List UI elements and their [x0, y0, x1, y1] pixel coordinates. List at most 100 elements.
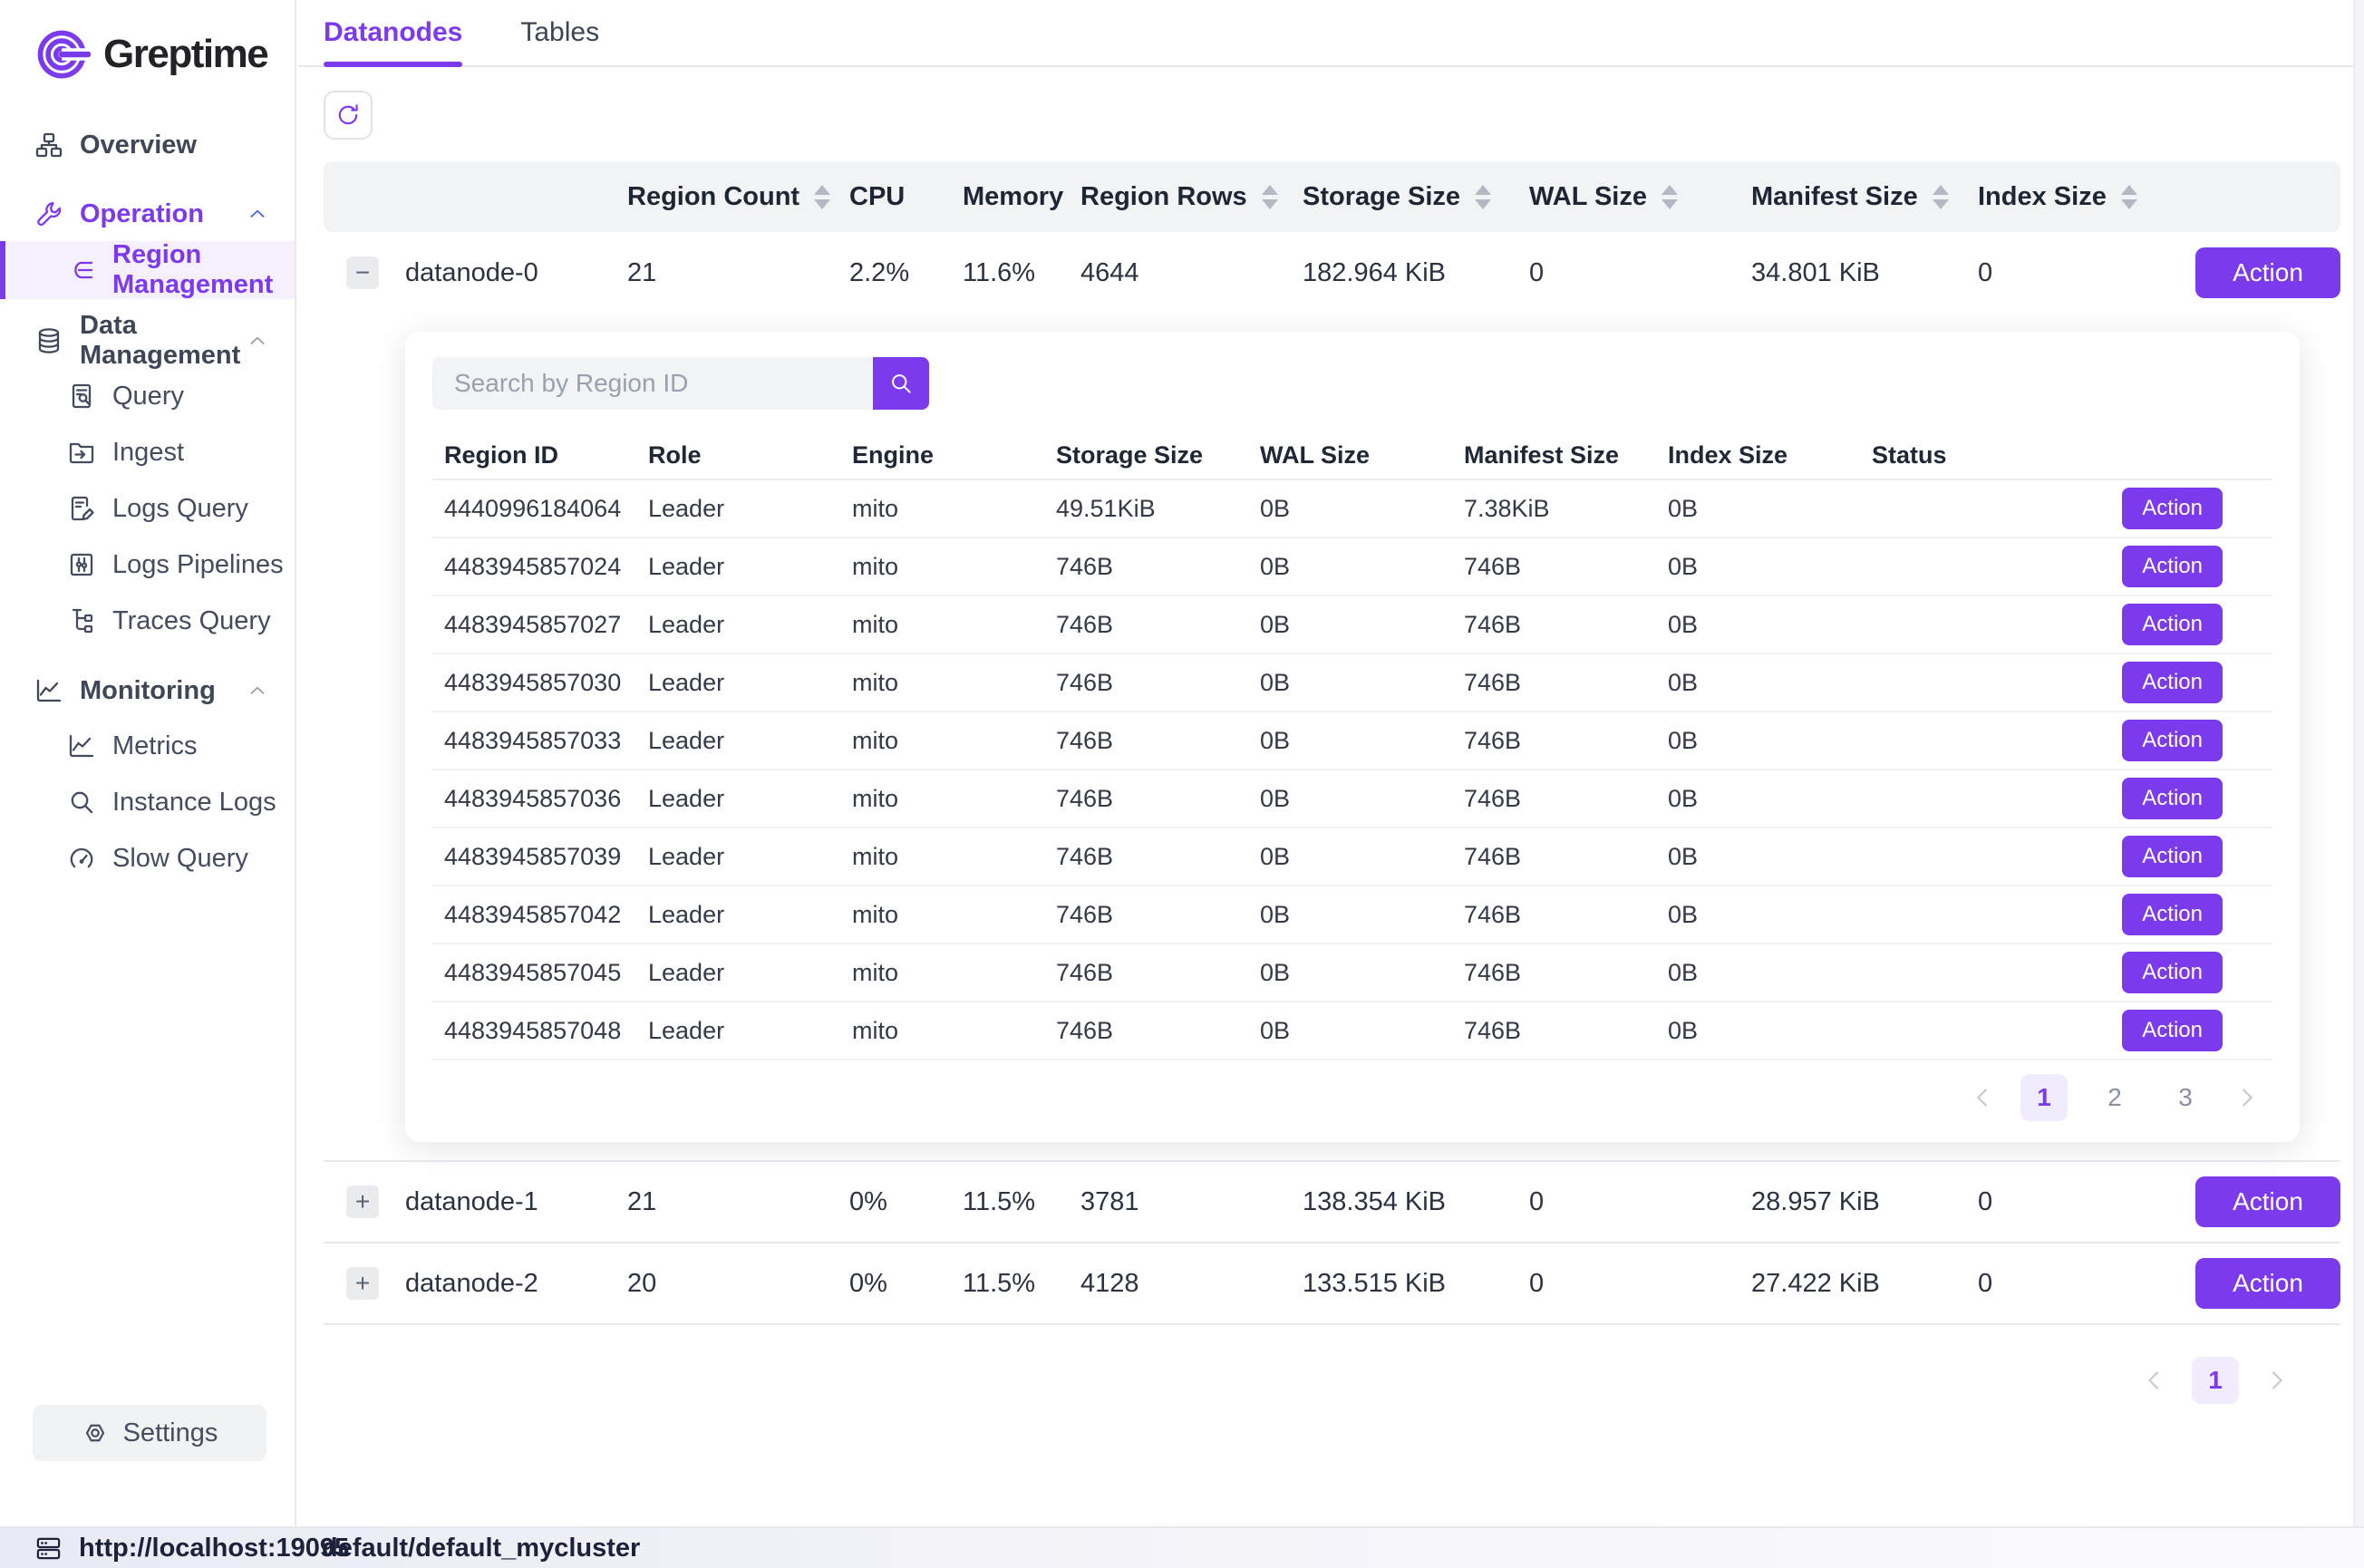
tab-tables[interactable]: Tables: [520, 0, 599, 65]
region-cell-region-id: 4483945857033: [432, 727, 636, 755]
sort-desc-icon[interactable]: [1662, 199, 1678, 209]
sort-buttons[interactable]: [1933, 185, 1949, 209]
sidebar-item-overview[interactable]: Overview: [0, 118, 295, 172]
action-button[interactable]: Action: [2195, 247, 2340, 298]
cell-index-size: 0: [1978, 258, 2195, 288]
region-action-button[interactable]: Action: [2122, 952, 2223, 993]
sort-asc-icon[interactable]: [1475, 185, 1491, 195]
sort-desc-icon[interactable]: [1933, 199, 1949, 209]
region-row: 4483945857048Leadermito746B0B746B0BActio…: [432, 1002, 2272, 1060]
cluster-name[interactable]: default/default_mycluster: [322, 1534, 640, 1563]
tab-datanodes[interactable]: Datanodes: [324, 0, 462, 65]
brand-name: Greptime: [103, 32, 267, 77]
region-action-button[interactable]: Action: [2122, 546, 2223, 587]
page-button-1[interactable]: 1: [2020, 1074, 2068, 1121]
region-action-button[interactable]: Action: [2122, 720, 2223, 761]
region-cell-role: Leader: [636, 727, 840, 755]
region-cell-engine: mito: [840, 1017, 1044, 1045]
next-page-button[interactable]: [2233, 1084, 2260, 1111]
sidebar-item-logs-pipelines[interactable]: Logs Pipelines: [0, 537, 295, 593]
sort-buttons[interactable]: [1475, 185, 1491, 209]
prev-page-button[interactable]: [2141, 1367, 2168, 1394]
sort-asc-icon[interactable]: [1933, 185, 1949, 195]
cell-storage-size: 182.964 KiB: [1303, 258, 1529, 288]
sidebar-item-data-management[interactable]: Data Management: [0, 314, 295, 368]
page-button-1[interactable]: 1: [2192, 1357, 2239, 1404]
sidebar-item-slow-query[interactable]: Slow Query: [0, 830, 295, 886]
cell-cpu: 0%: [849, 1187, 963, 1217]
column-header-wal-size: WAL Size: [1529, 182, 1751, 212]
region-action-button[interactable]: Action: [2122, 894, 2223, 935]
sort-buttons[interactable]: [1262, 185, 1278, 209]
search-button[interactable]: [873, 357, 929, 410]
sort-desc-icon[interactable]: [1262, 199, 1278, 209]
sort-desc-icon[interactable]: [2121, 199, 2137, 209]
prev-page-button[interactable]: [1970, 1084, 1997, 1111]
cell-cpu: 0%: [849, 1269, 963, 1299]
sidebar-item-operation[interactable]: Operation: [0, 187, 295, 241]
brand-logo[interactable]: Greptime: [0, 0, 295, 82]
next-page-button[interactable]: [2262, 1367, 2290, 1394]
region-action-button[interactable]: Action: [2122, 778, 2223, 819]
settings-button[interactable]: Settings: [33, 1405, 266, 1461]
region-search-input[interactable]: [432, 357, 873, 410]
sort-buttons[interactable]: [2121, 185, 2137, 209]
app-root: Greptime Overview OperationRegion Managem…: [0, 0, 2364, 1568]
sidebar-item-traces-query[interactable]: Traces Query: [0, 593, 295, 649]
sidebar-item-label: Metrics: [112, 731, 197, 761]
page-button-2[interactable]: 2: [2091, 1074, 2138, 1121]
refresh-button[interactable]: [324, 91, 373, 140]
sidebar-item-monitoring[interactable]: Monitoring: [0, 663, 295, 718]
sort-desc-icon[interactable]: [1475, 199, 1491, 209]
traces-icon: [67, 606, 96, 635]
expand-row-button[interactable]: +: [346, 1186, 379, 1218]
sort-asc-icon[interactable]: [2121, 185, 2137, 195]
sort-desc-icon[interactable]: [814, 199, 830, 209]
page-scrollbar[interactable]: [2353, 0, 2364, 1526]
sort-asc-icon[interactable]: [814, 185, 830, 195]
sort-asc-icon[interactable]: [1662, 185, 1678, 195]
action-button[interactable]: Action: [2195, 1176, 2340, 1227]
tab-datanodes-label: Datanodes: [324, 17, 462, 48]
sort-asc-icon[interactable]: [1262, 185, 1278, 195]
region-cell-storage-size: 746B: [1044, 727, 1248, 755]
sidebar-item-metrics[interactable]: Metrics: [0, 718, 295, 774]
chevron-up-icon[interactable]: [246, 679, 269, 702]
region-column-header-manifest-size: Manifest Size: [1452, 441, 1656, 469]
sidebar-item-region-management[interactable]: Region Management: [0, 241, 295, 299]
region-cell-manifest-size: 746B: [1452, 727, 1656, 755]
regions-pagination: 123: [432, 1075, 2272, 1120]
sidebar-item-label: Instance Logs: [112, 788, 276, 818]
region-action-button[interactable]: Action: [2122, 836, 2223, 877]
sort-buttons[interactable]: [814, 185, 830, 209]
sidebar-item-ingest[interactable]: Ingest: [0, 424, 295, 480]
sidebar-item-logs-query[interactable]: Logs Query: [0, 480, 295, 537]
region-search: [432, 357, 2272, 410]
sidebar-item-instance-logs[interactable]: Instance Logs: [0, 774, 295, 830]
region-action-button[interactable]: Action: [2122, 604, 2223, 645]
region-cell-role: Leader: [636, 669, 840, 697]
status-bar: http://localhost:19095 default/default_m…: [0, 1526, 2364, 1568]
region-cell-wal-size: 0B: [1248, 611, 1452, 639]
region-cell-index-size: 0B: [1656, 669, 1860, 697]
server-url[interactable]: http://localhost:19095: [79, 1534, 349, 1563]
chevron-up-icon[interactable]: [246, 329, 269, 353]
collapse-row-button[interactable]: −: [346, 256, 379, 289]
region-management-icon: [67, 256, 96, 285]
region-row: 4440996184064Leadermito49.51KiB0B7.38KiB…: [432, 480, 2272, 538]
datanode-0-expanded-area: Region IDRoleEngineStorage SizeWAL SizeM…: [324, 314, 2340, 1162]
chevron-up-icon[interactable]: [246, 202, 269, 226]
sort-buttons[interactable]: [1662, 185, 1678, 209]
region-action-button[interactable]: Action: [2122, 1010, 2223, 1051]
tab-tables-label: Tables: [520, 17, 599, 48]
sidebar-item-query[interactable]: Query: [0, 368, 295, 424]
page-button-3[interactable]: 3: [2162, 1074, 2209, 1121]
expand-row-button[interactable]: +: [346, 1267, 379, 1300]
region-action-button[interactable]: Action: [2122, 662, 2223, 703]
region-action-button[interactable]: Action: [2122, 488, 2223, 529]
region-cell-storage-size: 49.51KiB: [1044, 495, 1248, 523]
region-cell-manifest-size: 746B: [1452, 843, 1656, 871]
region-cell-index-size: 0B: [1656, 959, 1860, 987]
action-button[interactable]: Action: [2195, 1258, 2340, 1309]
region-row: 4483945857036Leadermito746B0B746B0BActio…: [432, 770, 2272, 828]
